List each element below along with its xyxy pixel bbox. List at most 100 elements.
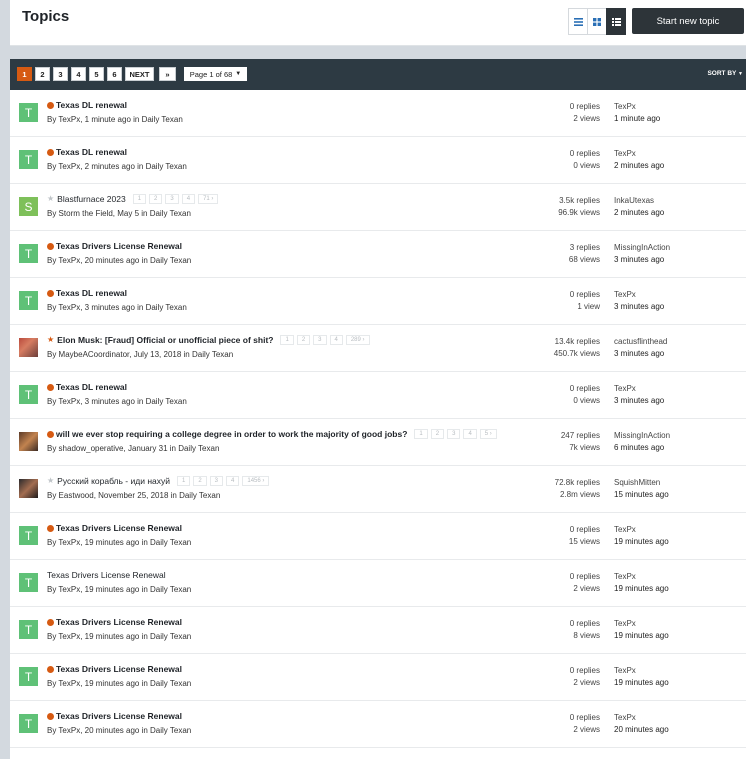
reply-count: 3 replies (569, 243, 600, 252)
last-poster-link[interactable]: TexPx (614, 148, 664, 160)
topic-title-link[interactable]: Texas DL renewal (56, 288, 127, 298)
page-link-5[interactable]: 5 (89, 67, 104, 81)
last-poster-link[interactable]: TexPx (614, 618, 669, 630)
last-post-time[interactable]: 6 minutes ago (614, 442, 670, 454)
last-poster-link[interactable]: InkaUtexas (614, 195, 664, 207)
avatar[interactable] (19, 338, 38, 357)
topic-title-line: Texas Drivers License Renewal (47, 617, 182, 627)
topic-title-link[interactable]: Texas Drivers License Renewal (56, 664, 182, 674)
last-post-time[interactable]: 3 minutes ago (614, 348, 667, 360)
last-poster-link[interactable]: cactusflinthead (614, 336, 667, 348)
avatar[interactable]: T (19, 150, 38, 169)
topic-page-link[interactable]: 5 › (479, 429, 497, 439)
topic-page-link[interactable]: 4 (226, 476, 240, 486)
topic-page-link[interactable]: 4 (181, 194, 196, 204)
topic-title-link[interactable]: Русский корабль - иди нахуй (57, 476, 170, 486)
avatar[interactable]: T (19, 291, 38, 310)
last-post-time[interactable]: 1 minute ago (614, 113, 660, 125)
last-poster-link[interactable]: TexPx (614, 571, 669, 583)
topic-page-link[interactable]: 4 (463, 429, 477, 439)
topic-title-link[interactable]: Texas Drivers License Renewal (56, 523, 182, 533)
start-new-topic-button[interactable]: Start new topic (632, 8, 744, 34)
last-poster-link[interactable]: TexPx (614, 712, 669, 724)
topic-title-link[interactable]: Texas DL renewal (56, 382, 127, 392)
topic-page-number: 2 (154, 196, 158, 202)
topic-page-link[interactable]: 289 › (345, 335, 370, 345)
grid-view-icon[interactable] (587, 8, 607, 35)
topic-page-link[interactable]: 3 (447, 429, 461, 439)
last-poster-link[interactable]: TexPx (614, 383, 664, 395)
last-post-time[interactable]: 3 minutes ago (614, 254, 670, 266)
avatar[interactable]: T (19, 385, 38, 404)
topic-page-link[interactable]: 3 (209, 476, 224, 486)
last-poster-link[interactable]: SquishMitten (614, 477, 669, 489)
last-poster-link[interactable]: TexPx (614, 289, 664, 301)
last-poster-link[interactable]: MissingInAction (614, 242, 670, 254)
last-post-time[interactable]: 20 minutes ago (614, 724, 669, 736)
last-post-time[interactable]: 19 minutes ago (614, 536, 669, 548)
last-post-time[interactable]: 2 minutes ago (614, 160, 664, 172)
page-jump-dropdown[interactable]: Page 1 of 68 ▼ (184, 67, 247, 81)
topic-title-link[interactable]: Texas DL renewal (56, 147, 127, 157)
last-poster-link[interactable]: MissingInAction (614, 430, 670, 442)
topic-title-link[interactable]: Blastfurnace 2023 (57, 194, 126, 204)
topic-title-link[interactable]: Texas Drivers License Renewal (56, 711, 182, 721)
reply-count: 0 replies (569, 149, 600, 158)
last-post-time[interactable]: 3 minutes ago (614, 395, 664, 407)
last-poster-link[interactable]: TexPx (614, 101, 660, 113)
last-post-time[interactable]: 19 minutes ago (614, 583, 669, 595)
topic-page-link[interactable]: 1 (176, 476, 191, 486)
avatar[interactable]: T (19, 573, 38, 592)
next-page-button[interactable]: NEXT (125, 67, 154, 81)
page-link-1[interactable]: 1 (17, 67, 32, 81)
page-link-3[interactable]: 3 (53, 67, 68, 81)
topic-author-meta: By TexPx, 19 minutes ago in Daily Texan (47, 679, 192, 688)
avatar[interactable]: T (19, 620, 38, 639)
topic-title-line: Texas Drivers License Renewal (47, 241, 182, 251)
table-view-icon[interactable] (568, 8, 588, 35)
avatar[interactable] (19, 432, 38, 451)
avatar[interactable] (19, 479, 38, 498)
page-link-2[interactable]: 2 (35, 67, 50, 81)
topic-title-link[interactable]: Texas Drivers License Renewal (56, 241, 182, 251)
topic-title-link[interactable]: Texas DL renewal (56, 100, 127, 110)
last-post-time[interactable]: 19 minutes ago (614, 630, 669, 642)
page-link-4[interactable]: 4 (71, 67, 86, 81)
topic-title-link[interactable]: Texas Drivers License Renewal (56, 617, 182, 627)
topic-page-link[interactable]: 3 (313, 335, 327, 345)
last-post-time[interactable]: 15 minutes ago (614, 489, 669, 501)
topic-page-link[interactable]: 1 (280, 335, 294, 345)
sort-by-dropdown[interactable]: SORT BY ▼ (707, 70, 743, 77)
list-view-icon[interactable] (606, 8, 626, 35)
avatar[interactable]: T (19, 667, 38, 686)
reply-count: 0 replies (569, 713, 600, 722)
last-post-time[interactable]: 19 minutes ago (614, 677, 669, 689)
topic-title-link[interactable]: will we ever stop requiring a college de… (56, 429, 407, 439)
topic-page-link[interactable]: 2 (193, 476, 207, 486)
topic-title-line: Texas DL renewal (47, 288, 127, 298)
unread-dot-icon (47, 430, 54, 438)
avatar[interactable]: T (19, 244, 38, 263)
avatar[interactable]: T (19, 526, 38, 545)
last-poster-link[interactable]: TexPx (614, 524, 669, 536)
last-page-button[interactable]: » (159, 67, 176, 81)
topic-page-link[interactable]: 2 (430, 429, 445, 439)
avatar[interactable]: T (19, 714, 38, 733)
topic-page-link[interactable]: 4 (329, 335, 343, 345)
topic-page-link[interactable]: 1456 › (242, 476, 270, 486)
topic-page-link[interactable]: 2 (149, 194, 163, 204)
topic-title-link[interactable]: Elon Musk: [Fraud] Official or unofficia… (57, 335, 273, 345)
topic-page-link[interactable]: 3 (165, 194, 179, 204)
topic-page-link[interactable]: 71 › (198, 194, 219, 204)
topic-page-link[interactable]: 1 (414, 429, 428, 439)
topic-page-link[interactable]: 1 (132, 194, 147, 204)
avatar[interactable]: S (19, 197, 38, 216)
last-post-time[interactable]: 3 minutes ago (614, 301, 664, 313)
last-post-time[interactable]: 2 minutes ago (614, 207, 664, 219)
topic-title-link[interactable]: Texas Drivers License Renewal (47, 570, 166, 580)
last-poster-link[interactable]: TexPx (614, 665, 669, 677)
avatar[interactable]: T (19, 103, 38, 122)
page-link-6[interactable]: 6 (107, 67, 122, 81)
topic-page-link[interactable]: 2 (296, 335, 311, 345)
topic-stats: 0 replies 8 views (570, 618, 600, 642)
